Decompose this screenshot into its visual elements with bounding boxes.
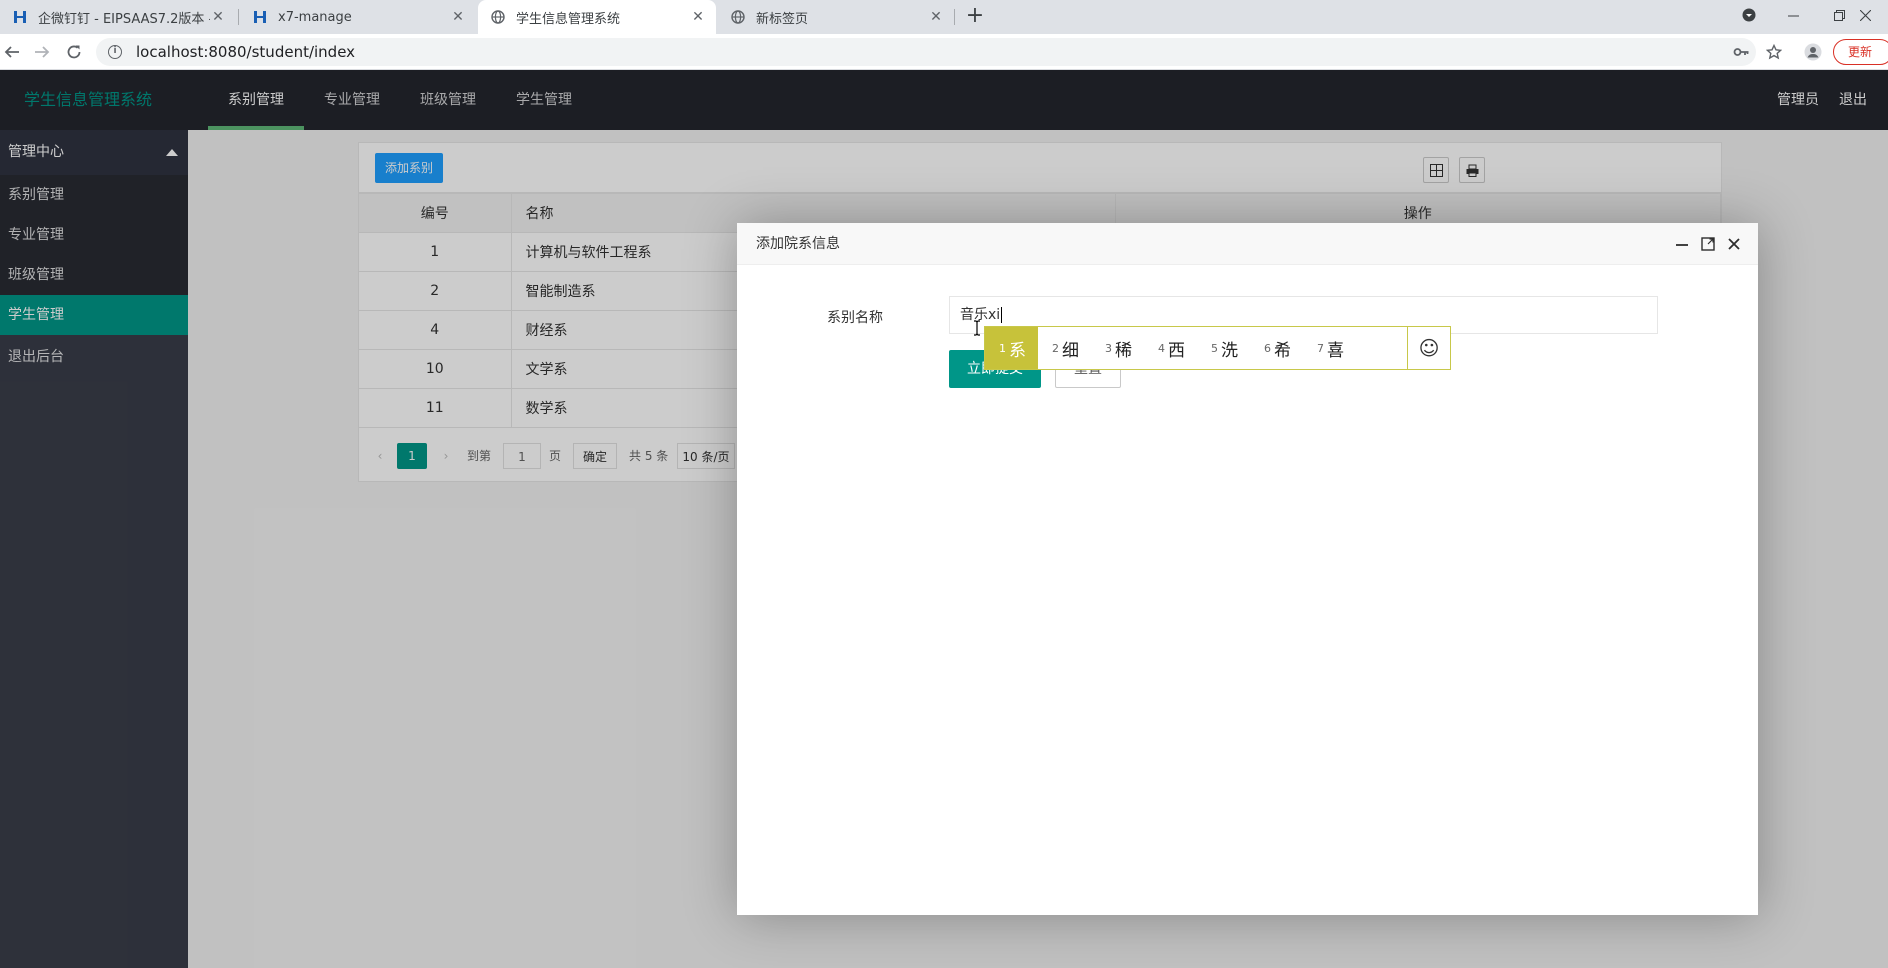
- tab-search-icon[interactable]: [1726, 0, 1772, 30]
- ime-candidate[interactable]: 3稀: [1091, 327, 1144, 369]
- candidate-index: 1: [999, 341, 1006, 355]
- candidate-index: 7: [1317, 341, 1324, 355]
- tab-close-icon[interactable]: ✕: [450, 9, 466, 25]
- tab-title: 新标签页: [756, 11, 809, 27]
- maximize-icon[interactable]: [1697, 223, 1719, 265]
- dialog-title-bar: 添加院系信息: [737, 223, 1758, 265]
- url-text: localhost:8080/student/index: [136, 43, 356, 61]
- browser-toolbar: i localhost:8080/student/index 更新: [0, 34, 1888, 70]
- ime-candidate[interactable]: 4西: [1144, 327, 1197, 369]
- ime-candidate[interactable]: 2细: [1038, 327, 1091, 369]
- tab-title: 企微钉钉 - EIPSAAS7.2版本 - 广: [38, 11, 210, 27]
- browser-tab-student-system[interactable]: 学生信息管理系统 ✕: [478, 0, 716, 34]
- ime-candidate[interactable]: 5洗: [1197, 327, 1250, 369]
- bookmark-star-icon[interactable]: [1764, 42, 1784, 62]
- candidate-index: 5: [1211, 341, 1218, 355]
- profile-avatar-icon[interactable]: [1803, 42, 1823, 62]
- browser-update-button[interactable]: 更新: [1833, 39, 1888, 65]
- ime-candidate[interactable]: 1系: [985, 327, 1038, 369]
- tab-separator: [238, 9, 239, 25]
- candidate-char: 西: [1168, 340, 1185, 361]
- candidate-char: 稀: [1115, 340, 1132, 361]
- tab-close-icon[interactable]: ✕: [690, 9, 706, 25]
- candidate-char: 细: [1062, 340, 1079, 361]
- tab-close-icon[interactable]: ✕: [928, 9, 944, 25]
- close-icon[interactable]: [1723, 223, 1745, 265]
- candidate-index: 4: [1158, 341, 1165, 355]
- candidate-char: 喜: [1327, 340, 1344, 361]
- globe-icon: [730, 9, 746, 25]
- emoji-smiley-icon[interactable]: ☺: [1407, 327, 1450, 369]
- text-cursor-icon: [974, 320, 980, 336]
- close-window-icon[interactable]: [1842, 0, 1888, 30]
- globe-icon: [490, 9, 506, 25]
- key-icon[interactable]: [1731, 42, 1751, 62]
- minimize-window-icon[interactable]: [1770, 0, 1816, 30]
- candidate-char: 希: [1274, 340, 1291, 361]
- tab-close-icon[interactable]: ✕: [210, 9, 226, 25]
- tab-title: 学生信息管理系统: [516, 11, 621, 27]
- reload-icon[interactable]: [62, 40, 86, 64]
- app-favicon-icon: [252, 9, 268, 25]
- candidate-char: 洗: [1221, 340, 1238, 361]
- ime-candidate[interactable]: 6希: [1250, 327, 1303, 369]
- app-favicon-icon: [12, 9, 28, 25]
- candidate-index: 6: [1264, 341, 1271, 355]
- address-bar[interactable]: i localhost:8080/student/index: [96, 38, 1756, 66]
- browser-tab-x7-manage[interactable]: x7-manage ✕: [240, 0, 476, 34]
- candidate-char: 系: [1009, 340, 1026, 361]
- dialog-title: 添加院系信息: [756, 236, 840, 252]
- department-name-label: 系别名称: [827, 310, 883, 326]
- site-info-icon[interactable]: i: [108, 45, 122, 59]
- candidate-index: 3: [1105, 341, 1112, 355]
- tab-title: x7-manage: [278, 9, 352, 25]
- browser-tab-strip: 企微钉钉 - EIPSAAS7.2版本 - 广 ✕ x7-manage ✕ 学生…: [0, 0, 1888, 34]
- browser-tab-new-tab[interactable]: 新标签页 ✕: [718, 0, 954, 34]
- back-arrow-icon[interactable]: [0, 40, 24, 64]
- minimize-icon[interactable]: [1671, 223, 1693, 265]
- tab-separator: [954, 9, 955, 25]
- candidate-index: 2: [1052, 341, 1059, 355]
- ime-candidate[interactable]: 7喜: [1303, 327, 1356, 369]
- forward-arrow-icon[interactable]: [30, 40, 54, 64]
- text-caret: [1001, 307, 1003, 323]
- ime-candidate-bar: 1系 2细 3稀 4西 5洗 6希 7喜 ☺: [984, 326, 1451, 370]
- new-tab-plus-icon[interactable]: +: [962, 4, 988, 30]
- browser-tab-eipsaas[interactable]: 企微钉钉 - EIPSAAS7.2版本 - 广 ✕: [0, 0, 236, 34]
